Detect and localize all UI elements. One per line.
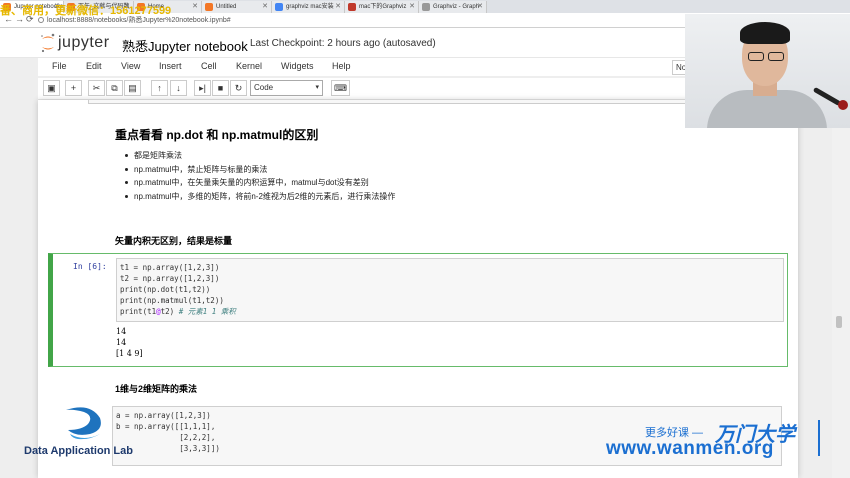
chevron-down-icon: ▾ bbox=[315, 84, 319, 91]
run-icon[interactable]: ▸| bbox=[194, 80, 211, 96]
save-icon[interactable]: ▣ bbox=[43, 80, 60, 96]
menu-file[interactable]: File bbox=[52, 61, 67, 71]
restart-icon[interactable]: ↻ bbox=[230, 80, 247, 96]
scrollbar-track[interactable] bbox=[832, 100, 850, 478]
copy-icon[interactable]: ⧉ bbox=[106, 80, 123, 96]
scrollbar-thumb[interactable] bbox=[836, 316, 842, 328]
menu-view[interactable]: View bbox=[121, 61, 140, 71]
notebook-container: 重点看看 np.dot 和 np.matmul的区别 都是矩阵乘法 np.mat… bbox=[38, 100, 798, 478]
close-icon[interactable]: ✕ bbox=[192, 1, 198, 13]
watermark-url: www.wanmen.org bbox=[606, 438, 774, 459]
code-line: print(np.dot(t1,t2)) bbox=[120, 285, 211, 294]
graphviz-favicon-icon bbox=[422, 3, 430, 11]
browser-tab[interactable]: Untitled ✕ bbox=[202, 1, 272, 13]
menu-cell[interactable]: Cell bbox=[201, 61, 217, 71]
code-line: print(t1@t2) # 元素1 1 乘积 bbox=[120, 307, 236, 316]
screen: Jupyter notebooks ✕ 下午_文献与代码数 ✕ Home ✕ U… bbox=[0, 0, 850, 478]
notebook-title[interactable]: 熟悉Jupyter notebook bbox=[122, 36, 248, 55]
list-item: np.matmul中，多维的矩阵，将前n-2维视为后2维的元素后，进行乘法操作 bbox=[124, 190, 395, 204]
menu-kernel[interactable]: Kernel bbox=[236, 61, 262, 71]
cell-type-select[interactable]: Code ▾ bbox=[250, 80, 323, 96]
webcam-overlay bbox=[685, 14, 850, 128]
code-line: print(np.matmul(t1,t2)) bbox=[120, 296, 224, 305]
bullet-list: 都是矩阵乘法 np.matmul中，禁止矩阵与标量的乘法 np.matmul中，… bbox=[124, 149, 395, 204]
close-icon[interactable]: ✕ bbox=[262, 1, 268, 13]
watermark-lab-name: Data Application Lab bbox=[24, 445, 133, 457]
code-line: t2 = np.array([1,2,3]) bbox=[120, 274, 220, 283]
input-prompt: In [6]: bbox=[73, 262, 107, 271]
data-application-lab-logo-icon bbox=[66, 407, 101, 440]
browser-tab[interactable]: Graphviz - Graph ✕ bbox=[419, 1, 487, 13]
info-icon bbox=[38, 17, 44, 24]
list-item: np.matmul中，在矢量乘矢量的内积运算中，matmul与dot没有差别 bbox=[124, 176, 395, 190]
toolbar: ▣ + ✂ ⧉ ▤ ↑ ↓ ▸| ■ ↻ Code ▾ ⌨ bbox=[38, 78, 785, 100]
list-item: 都是矩阵乘法 bbox=[124, 149, 395, 163]
google-favicon-icon bbox=[275, 3, 283, 11]
glasses-icon bbox=[746, 52, 786, 62]
move-down-icon[interactable]: ↓ bbox=[170, 80, 187, 96]
close-icon[interactable]: ✕ bbox=[477, 1, 483, 13]
jupyter-logo-icon[interactable] bbox=[40, 33, 56, 53]
cut-icon[interactable]: ✂ bbox=[88, 80, 105, 96]
cell-output: 14 14 [1 4 9] bbox=[116, 327, 143, 358]
paste-icon[interactable]: ▤ bbox=[124, 80, 141, 96]
browser-tab[interactable]: mac下的Graphviz ✕ bbox=[345, 1, 419, 13]
menu-widgets[interactable]: Widgets bbox=[281, 61, 314, 71]
close-icon[interactable]: ✕ bbox=[335, 1, 341, 13]
code-cell-selected[interactable]: In [6]: t1 = np.array([1,2,3]) t2 = np.ar… bbox=[48, 253, 788, 367]
close-icon[interactable]: ✕ bbox=[409, 1, 415, 13]
add-cell-icon[interactable]: + bbox=[65, 80, 82, 96]
code-editor[interactable]: t1 = np.array([1,2,3]) t2 = np.array([1,2… bbox=[116, 258, 784, 322]
code-line: t1 = np.array([1,2,3]) bbox=[120, 263, 220, 272]
markdown-heading: 矢量内积无区别，结果是标量 bbox=[115, 236, 233, 246]
jupyter-favicon-icon bbox=[205, 3, 213, 11]
csdn-favicon-icon bbox=[348, 3, 356, 11]
markdown-heading: 重点看看 np.dot 和 np.matmul的区别 bbox=[115, 128, 319, 142]
checkpoint-status: Last Checkpoint: 2 hours ago (autosaved) bbox=[250, 38, 436, 49]
keyboard-icon[interactable]: ⌨ bbox=[331, 80, 350, 96]
list-item: np.matmul中，禁止矩阵与标量的乘法 bbox=[124, 163, 395, 177]
markdown-heading: 1维与2维矩阵的乘法 bbox=[115, 384, 198, 394]
code-comment: # 元素1 1 乘积 bbox=[178, 307, 236, 316]
jupyter-brand[interactable]: jupyter bbox=[58, 34, 110, 52]
menu-insert[interactable]: Insert bbox=[159, 61, 182, 71]
watermark-text: 番、商用，更新微信：1561277599 bbox=[0, 5, 172, 17]
menu-edit[interactable]: Edit bbox=[86, 61, 102, 71]
menu-help[interactable]: Help bbox=[332, 61, 351, 71]
browser-tab[interactable]: graphviz mac安装 ✕ bbox=[272, 1, 345, 13]
stop-icon[interactable]: ■ bbox=[212, 80, 229, 96]
previous-cell[interactable] bbox=[88, 100, 778, 104]
move-up-icon[interactable]: ↑ bbox=[151, 80, 168, 96]
